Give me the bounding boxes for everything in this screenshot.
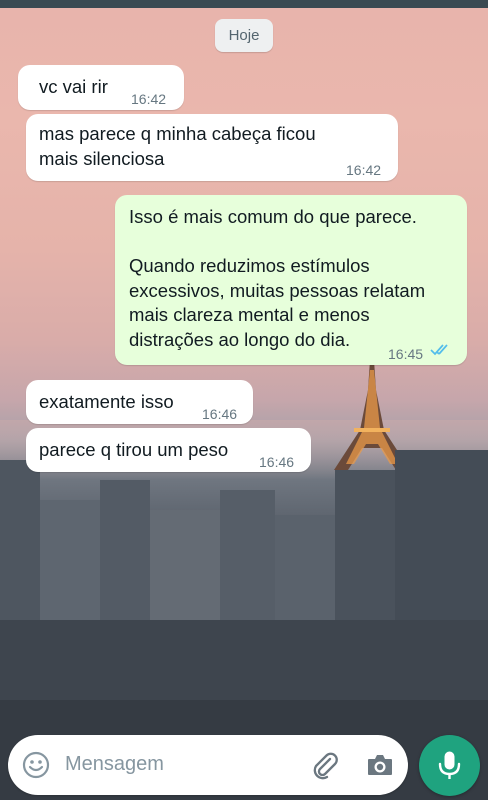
date-divider: Hoje <box>215 19 273 52</box>
message-text: parece q tirou um peso <box>39 439 229 460</box>
message-text: exatamente isso <box>39 391 174 412</box>
message-time: 16:42 <box>346 162 382 178</box>
incoming-message[interactable]: exatamente isso 16:46 <box>26 380 253 424</box>
incoming-message[interactable]: parece q tirou um peso 16:46 <box>26 428 311 472</box>
message-text: vc vai rir <box>39 76 108 97</box>
voice-record-button[interactable] <box>419 735 480 796</box>
attach-icon[interactable] <box>310 751 340 781</box>
camera-icon[interactable] <box>366 752 394 778</box>
message-time: 16:46 <box>259 454 295 470</box>
message-input[interactable]: Mensagem <box>65 753 164 776</box>
read-receipt-icon <box>430 344 448 356</box>
message-time: 16:46 <box>202 406 238 422</box>
message-time: 16:45 <box>388 346 424 362</box>
message-text: mas parece q minha cabeça ficou mais sil… <box>39 123 316 169</box>
incoming-message[interactable]: vc vai rir 16:42 <box>18 65 184 110</box>
mic-icon <box>438 751 461 779</box>
incoming-message[interactable]: mas parece q minha cabeça ficou mais sil… <box>26 114 398 181</box>
emoji-icon[interactable] <box>22 751 50 779</box>
outgoing-message[interactable]: Isso é mais comum do que parece. Quando … <box>115 195 467 365</box>
message-text: Isso é mais comum do que parece. Quando … <box>129 206 426 350</box>
message-composer[interactable]: Mensagem <box>8 735 408 795</box>
message-time: 16:42 <box>131 91 167 107</box>
